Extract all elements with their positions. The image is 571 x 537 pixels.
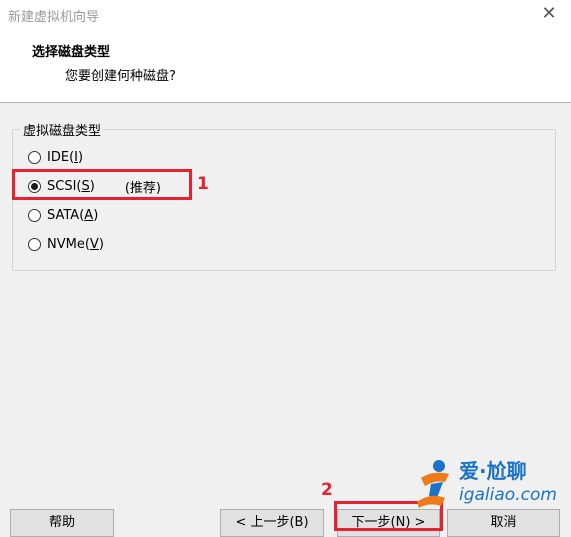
watermark-brand: 爱·尬聊: [459, 459, 527, 483]
radio-nvme-circle[interactable]: [28, 237, 41, 251]
groupbox-legend: 虚拟磁盘类型: [20, 120, 105, 139]
help-button[interactable]: 帮助: [10, 509, 114, 537]
radio-sata[interactable]: SATA(A): [28, 205, 98, 225]
page-subtitle: 您要创建何种磁盘?: [65, 69, 176, 84]
annotation-marker-2: 2: [321, 480, 333, 500]
back-button[interactable]: < 上一步(B): [220, 509, 324, 537]
watermark-logo: 爱·尬聊 igaliao.com: [415, 452, 565, 512]
radio-nvme[interactable]: NVMe(V): [28, 234, 104, 254]
title-bar: 新建虚拟机向导 ✕: [0, 0, 571, 30]
page-title: 选择磁盘类型: [32, 45, 111, 60]
annotation-marker-1: 1: [197, 174, 209, 194]
mascot-icon: [417, 460, 449, 508]
radio-sata-label: SATA(A): [47, 207, 99, 223]
radio-ide-circle[interactable]: [28, 150, 41, 164]
radio-sata-circle[interactable]: [28, 208, 41, 222]
radio-ide[interactable]: IDE(I): [28, 147, 83, 167]
cancel-button[interactable]: 取消: [447, 509, 560, 537]
watermark-url: igaliao.com: [459, 485, 557, 505]
radio-ide-label: IDE(I): [47, 149, 84, 165]
window-title: 新建虚拟机向导: [8, 10, 100, 25]
close-icon[interactable]: ✕: [539, 4, 559, 24]
wizard-header: 选择磁盘类型 您要创建何种磁盘?: [0, 30, 571, 103]
radio-nvme-label: NVMe(V): [47, 236, 104, 252]
highlight-box-scsi: [12, 169, 192, 200]
